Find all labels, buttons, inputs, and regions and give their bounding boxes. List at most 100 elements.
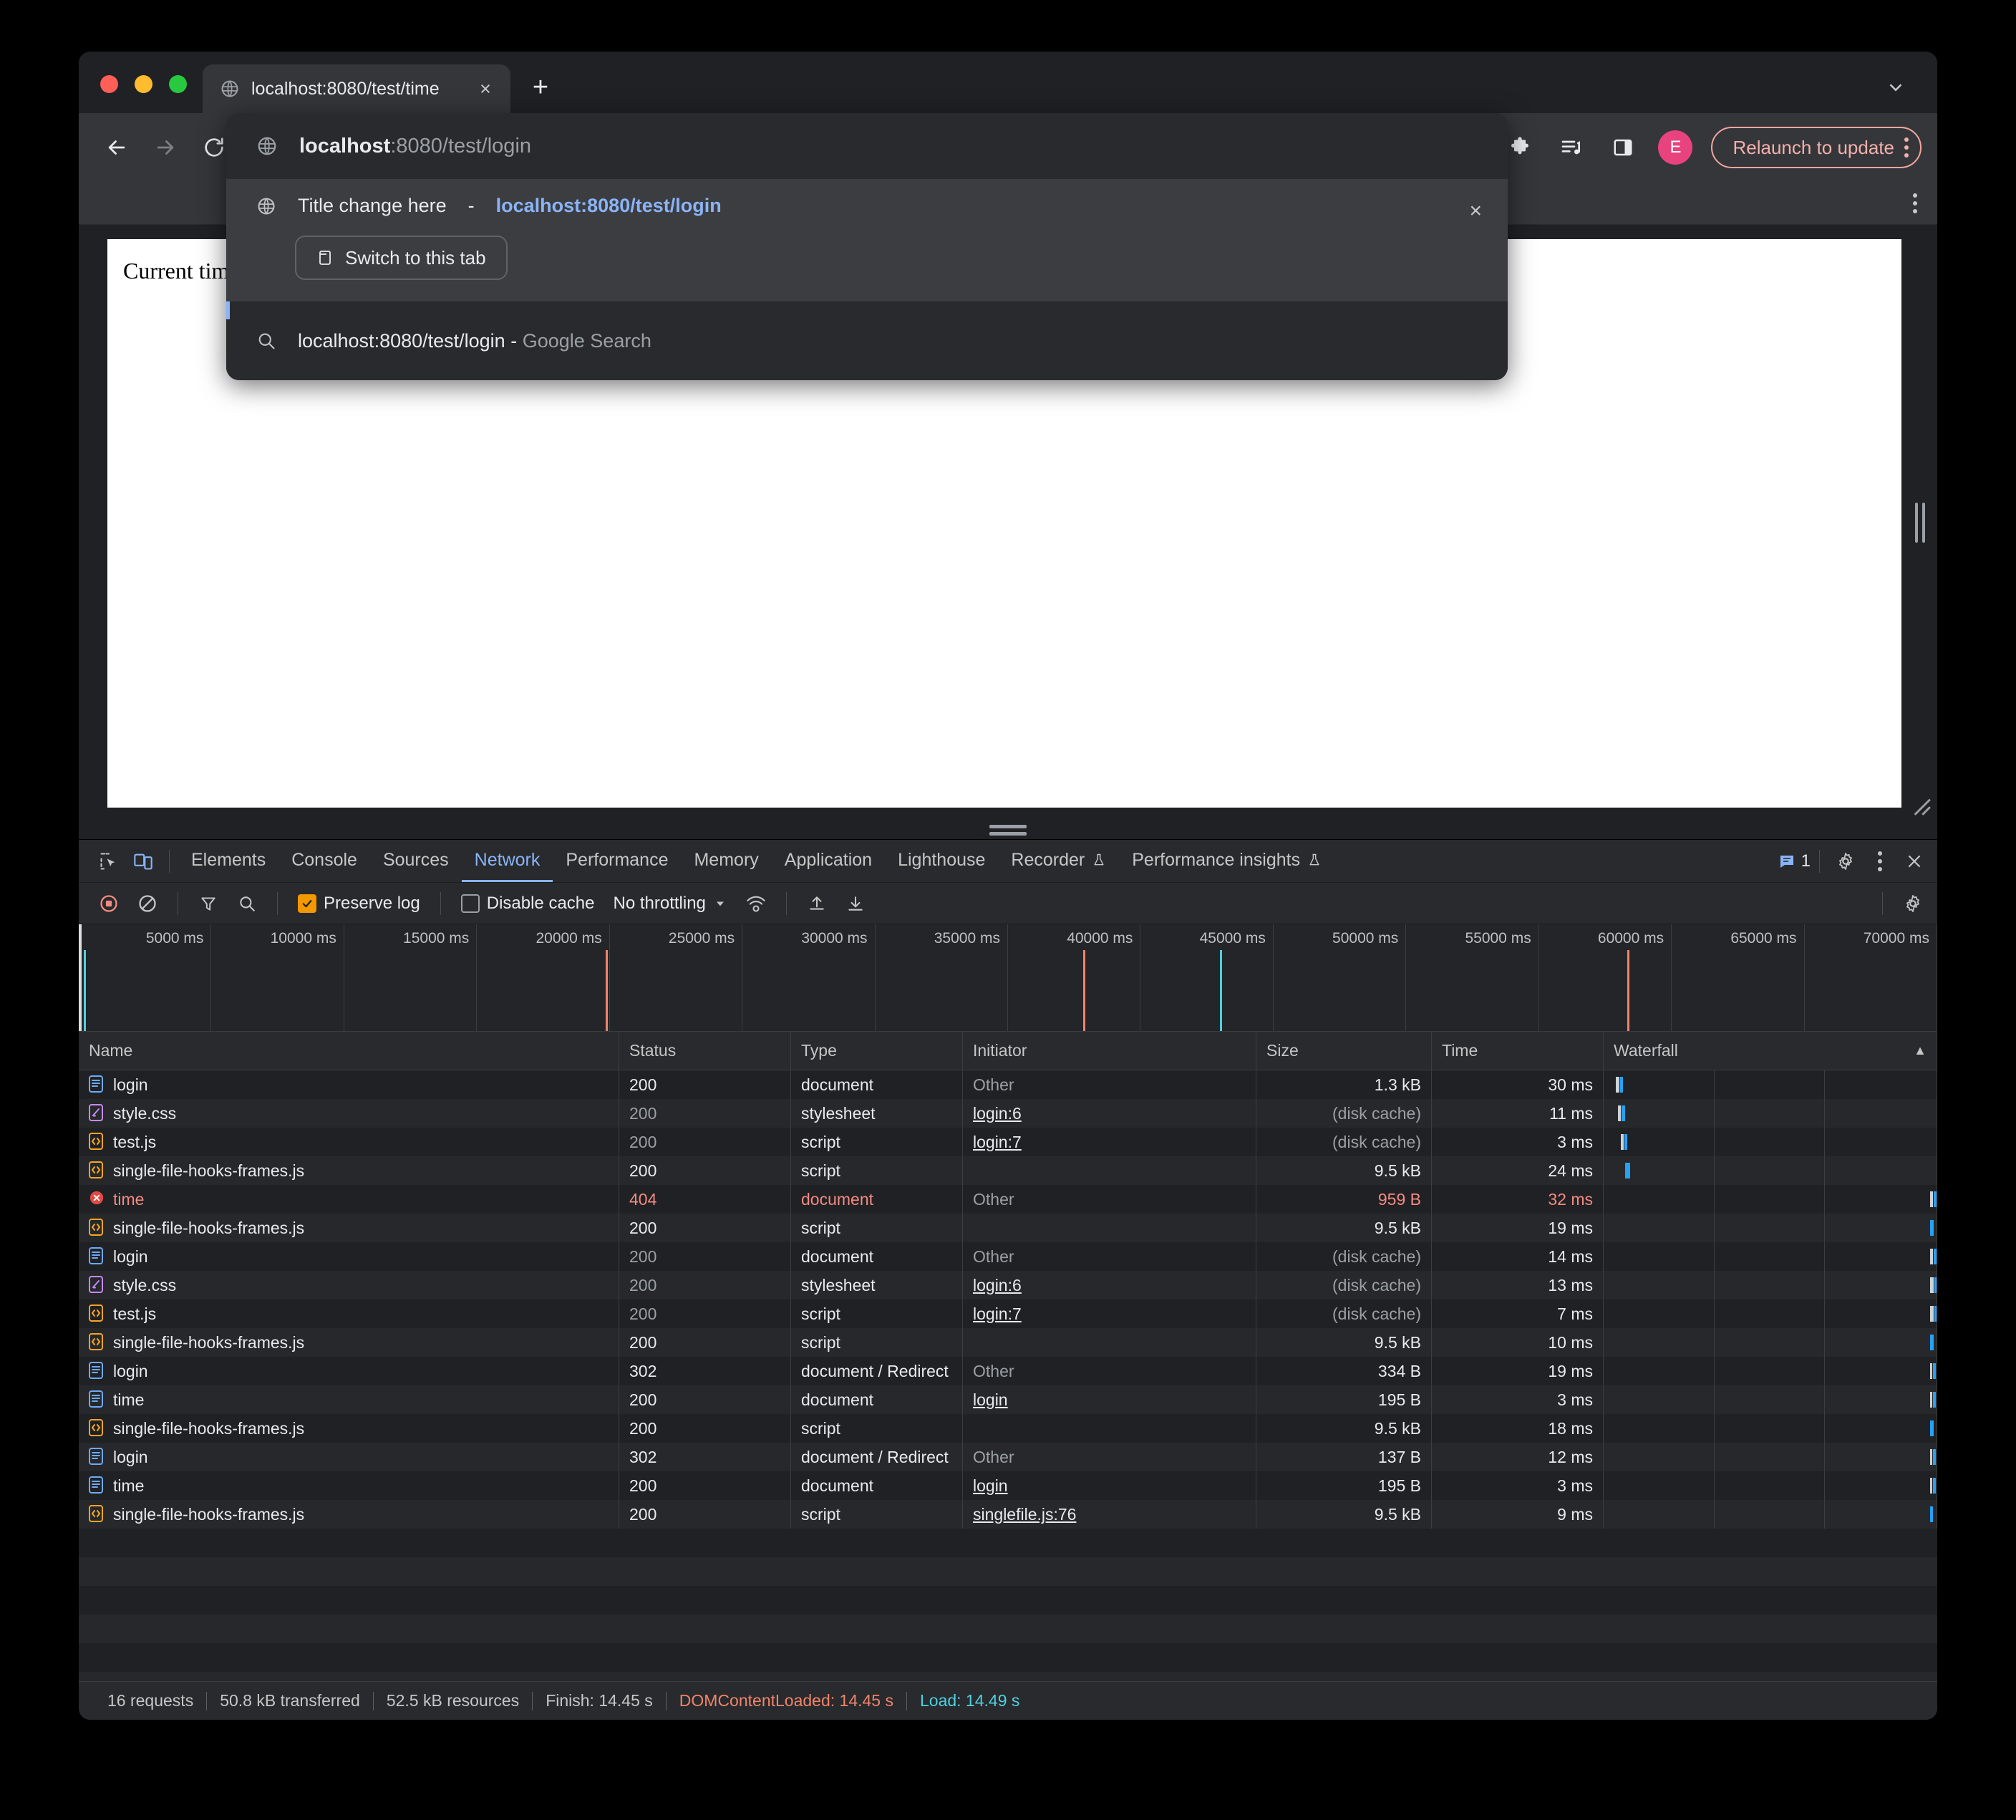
remove-suggestion-icon[interactable]: × [1469, 199, 1482, 223]
search-icon[interactable] [230, 886, 264, 921]
column-header-initiator[interactable]: Initiator [963, 1032, 1256, 1070]
inspect-element-icon[interactable] [92, 844, 126, 878]
cell-initiator[interactable]: login:7 [963, 1128, 1256, 1156]
column-header-waterfall[interactable]: Waterfall▲ [1604, 1032, 1937, 1070]
waterfall-gridline [1824, 1099, 1825, 1128]
table-row[interactable]: single-file-hooks-frames.js200script9.5 … [79, 1328, 1937, 1357]
globe-icon [256, 196, 276, 216]
table-row[interactable]: style.css200stylesheetlogin:6(disk cache… [79, 1099, 1937, 1128]
tab-memory[interactable]: Memory [681, 841, 771, 882]
omnibox-suggestion-google-search[interactable]: localhost:8080/test/login - Google Searc… [226, 301, 1508, 380]
gear-icon[interactable] [1828, 844, 1863, 878]
forward-button[interactable] [143, 125, 188, 170]
maximize-window-button[interactable] [169, 75, 187, 93]
tab-application[interactable]: Application [772, 841, 885, 882]
filter-icon[interactable] [191, 886, 226, 921]
new-tab-button[interactable]: + [520, 67, 561, 107]
cell-initiator[interactable]: login:6 [963, 1099, 1256, 1128]
chrome-menu-icon[interactable] [1904, 137, 1909, 158]
cell-initiator: Other [963, 1242, 1256, 1271]
table-row[interactable]: single-file-hooks-frames.js200script9.5 … [79, 1414, 1937, 1443]
devtools-split-handle[interactable] [79, 821, 1937, 839]
tab-label: Application [785, 850, 872, 871]
cell-initiator[interactable]: login [963, 1385, 1256, 1414]
initiator-link[interactable]: login:6 [973, 1276, 1022, 1295]
table-row[interactable]: login200documentOther1.3 kB30 ms [79, 1070, 1937, 1099]
waterfall-gridline [1824, 1299, 1825, 1328]
column-header-time[interactable]: Time [1432, 1032, 1604, 1070]
device-toolbar-icon[interactable] [126, 844, 160, 878]
network-conditions-icon[interactable] [739, 886, 773, 921]
column-header-size[interactable]: Size [1256, 1032, 1432, 1070]
network-overview-timeline[interactable]: 5000 ms10000 ms15000 ms20000 ms25000 ms3… [79, 924, 1937, 1032]
vertical-resize-handle[interactable] [1913, 503, 1927, 543]
table-row[interactable]: login302document / RedirectOther334 B19 … [79, 1357, 1937, 1385]
back-button[interactable] [94, 125, 139, 170]
chevron-down-icon[interactable] [1876, 67, 1916, 107]
initiator-link[interactable]: login [973, 1476, 1008, 1496]
cell-initiator[interactable]: singlefile.js:76 [963, 1500, 1256, 1529]
disable-cache-checkbox[interactable]: Disable cache [454, 894, 602, 914]
throttling-select[interactable]: No throttling [606, 894, 734, 914]
cell-initiator[interactable]: login:6 [963, 1271, 1256, 1299]
network-settings-gear-icon[interactable] [1896, 886, 1930, 921]
waterfall-download-bar [1930, 1506, 1933, 1522]
table-row[interactable]: login302document / RedirectOther137 B12 … [79, 1443, 1937, 1471]
overview-tick-label: 40000 ms [1067, 930, 1133, 947]
side-panel-icon[interactable] [1601, 125, 1645, 170]
table-row[interactable]: single-file-hooks-frames.js200script9.5 … [79, 1214, 1937, 1242]
table-row[interactable]: time200documentlogin195 B3 ms [79, 1471, 1937, 1500]
tab-performance[interactable]: Performance [553, 841, 681, 882]
tab-recorder[interactable]: Recorder [998, 841, 1119, 882]
browser-tab[interactable]: localhost:8080/test/time × [203, 64, 510, 113]
corner-resize-grip[interactable] [1907, 792, 1932, 816]
tab-performance-insights[interactable]: Performance insights [1119, 841, 1334, 882]
record-stop-icon[interactable] [92, 886, 126, 921]
table-row[interactable]: single-file-hooks-frames.js200scriptsing… [79, 1500, 1937, 1529]
request-name: login [113, 1247, 148, 1267]
table-row[interactable]: single-file-hooks-frames.js200script9.5 … [79, 1156, 1937, 1185]
issues-badge[interactable]: 1 [1778, 851, 1811, 871]
relaunch-to-update-button[interactable]: Relaunch to update [1711, 127, 1922, 168]
table-row[interactable]: test.js200scriptlogin:7(disk cache)3 ms [79, 1128, 1937, 1156]
omnibox-input-row[interactable]: localhost:8080/test/login [226, 113, 1508, 179]
devtools-more-options-icon[interactable] [1863, 844, 1897, 878]
tab-sources[interactable]: Sources [370, 841, 462, 882]
initiator-link[interactable]: login:7 [973, 1305, 1022, 1324]
table-row[interactable]: test.js200scriptlogin:7(disk cache)7 ms [79, 1299, 1937, 1328]
close-tab-button[interactable]: × [470, 74, 500, 104]
export-har-icon[interactable] [838, 886, 873, 921]
avatar[interactable]: E [1658, 130, 1692, 165]
tab-console[interactable]: Console [278, 841, 370, 882]
close-window-button[interactable] [100, 75, 118, 93]
globe-icon [256, 135, 278, 157]
tab-lighthouse[interactable]: Lighthouse [885, 841, 998, 882]
cell-initiator[interactable]: login:7 [963, 1299, 1256, 1328]
table-row[interactable]: style.css200stylesheetlogin:6(disk cache… [79, 1271, 1937, 1299]
close-devtools-icon[interactable] [1897, 844, 1932, 878]
tab-network[interactable]: Network [462, 841, 553, 882]
column-header-name[interactable]: Name [79, 1032, 619, 1070]
initiator-link[interactable]: login [973, 1390, 1008, 1410]
table-row[interactable]: login200documentOther(disk cache)14 ms [79, 1242, 1937, 1271]
cell-initiator: Other [963, 1070, 1256, 1099]
media-list-icon[interactable] [1549, 125, 1594, 170]
bookmarks-overflow-icon[interactable] [1913, 193, 1917, 213]
clear-icon[interactable] [130, 886, 165, 921]
preserve-log-checkbox[interactable]: Preserve log [291, 894, 427, 914]
column-header-type[interactable]: Type [791, 1032, 963, 1070]
switch-to-this-tab-button[interactable]: Switch to this tab [295, 236, 508, 280]
initiator-link[interactable]: login:6 [973, 1104, 1022, 1123]
cell-initiator[interactable]: login [963, 1471, 1256, 1500]
table-row[interactable]: time404documentOther959 B32 ms [79, 1185, 1937, 1214]
table-row[interactable]: time200documentlogin195 B3 ms [79, 1385, 1937, 1414]
initiator-link[interactable]: singlefile.js:76 [973, 1505, 1076, 1524]
column-header-status[interactable]: Status [619, 1032, 791, 1070]
request-name: login [113, 1448, 148, 1467]
initiator-link[interactable]: login:7 [973, 1133, 1022, 1152]
tab-elements[interactable]: Elements [178, 841, 278, 882]
network-request-list[interactable]: login200documentOther1.3 kB30 msstyle.cs… [79, 1070, 1937, 1681]
import-har-icon[interactable] [800, 886, 834, 921]
omnibox-suggestion-switch-tab[interactable]: Title change here - localhost:8080/test/… [226, 179, 1508, 301]
minimize-window-button[interactable] [135, 75, 152, 93]
